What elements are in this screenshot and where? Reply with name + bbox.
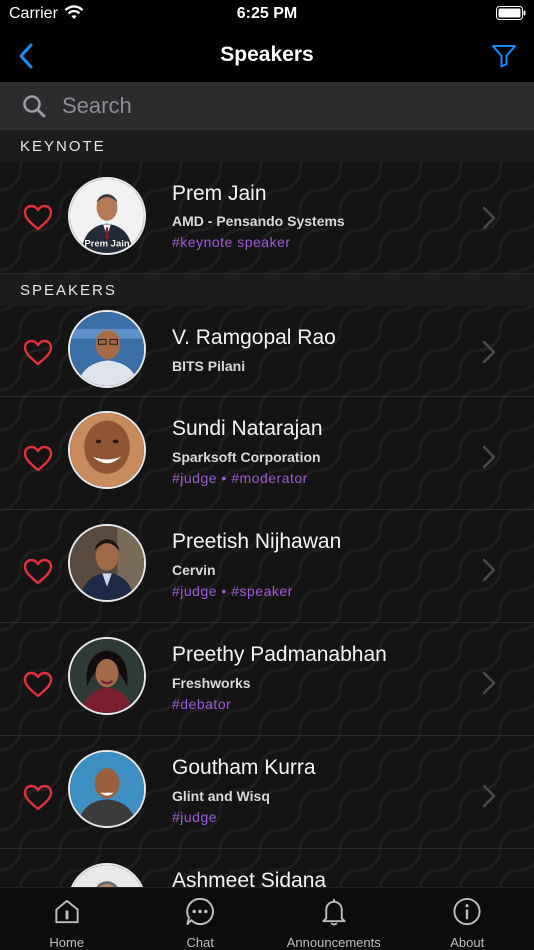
speaker-name: Preetish Nijhawan <box>172 530 342 553</box>
tab-about[interactable]: About <box>401 888 534 950</box>
tab-chat[interactable]: Chat <box>134 888 268 950</box>
speaker-tags: #judge • #speaker <box>172 583 293 599</box>
speaker-name: Prem Jain <box>172 182 267 205</box>
avatar <box>68 524 146 602</box>
page-title: Speakers <box>220 43 314 66</box>
status-time: 6:25 PM <box>236 5 298 22</box>
chevron-right-icon <box>482 340 496 364</box>
speaker-name: Sundi Natarajan <box>172 417 323 440</box>
speaker-tags: #judge <box>172 809 218 825</box>
section-header-keynote: KEYNOTE <box>0 130 534 162</box>
chevron-left-icon <box>19 43 33 69</box>
heart-icon[interactable] <box>23 558 53 586</box>
avatar <box>68 411 146 489</box>
chevron-right-icon <box>482 671 496 695</box>
speaker-row[interactable]: Goutham Kurra Glint and Wisq #judge <box>0 736 534 849</box>
filter-button[interactable] <box>488 40 520 72</box>
home-icon <box>55 899 79 924</box>
avatar-caption: Prem Jain <box>84 238 129 249</box>
tab-bar: Home Chat Announcements About <box>0 887 534 950</box>
bell-icon <box>322 898 346 926</box>
chevron-right-icon <box>482 784 496 808</box>
tab-home[interactable]: Home <box>0 888 134 950</box>
info-icon <box>453 897 481 926</box>
tab-announcements[interactable]: Announcements <box>267 888 401 950</box>
speaker-organization: Cervin <box>172 562 216 578</box>
filter-icon <box>492 45 516 68</box>
search-bar <box>0 82 534 130</box>
heart-icon[interactable] <box>23 339 53 367</box>
speaker-organization: AMD - Pensando Systems <box>172 213 345 229</box>
speaker-organization: Sparksoft Corporation <box>172 449 321 465</box>
battery-icon <box>496 6 526 20</box>
status-bar: Carrier 6:25 PM <box>0 0 534 30</box>
speaker-organization: BITS Pilani <box>172 358 246 374</box>
search-icon <box>23 95 46 118</box>
speaker-tags: #judge • #moderator <box>172 470 308 486</box>
heart-icon[interactable] <box>23 671 53 699</box>
speaker-name: Ashmeet Sidana <box>172 869 327 887</box>
search-input[interactable] <box>62 93 482 119</box>
speaker-name: Preethy Padmanabhan <box>172 643 387 666</box>
heart-icon[interactable] <box>23 784 53 812</box>
speaker-row[interactable]: Ashmeet Sidana <box>0 849 534 887</box>
speaker-name: V. Ramgopal Rao <box>172 326 336 349</box>
chevron-right-icon <box>482 206 496 230</box>
speaker-row[interactable]: Sundi Natarajan Sparksoft Corporation #j… <box>0 397 534 510</box>
chevron-right-icon <box>482 445 496 469</box>
tab-label: About <box>450 935 485 950</box>
tab-label: Home <box>49 935 85 950</box>
avatar <box>68 750 146 828</box>
speaker-organization: Freshworks <box>172 675 251 691</box>
avatar <box>68 637 146 715</box>
avatar <box>68 863 146 887</box>
tab-label: Chat <box>186 935 214 950</box>
avatar: Prem Jain <box>68 177 146 255</box>
back-button[interactable] <box>10 40 42 72</box>
section-header-speakers: SPEAKERS <box>0 274 534 306</box>
speaker-row[interactable]: V. Ramgopal Rao BITS Pilani <box>0 306 534 397</box>
chat-icon <box>186 897 215 926</box>
chevron-right-icon <box>482 558 496 582</box>
tab-label: Announcements <box>286 935 381 950</box>
heart-icon[interactable] <box>23 204 53 232</box>
navigation-bar: Speakers <box>0 30 534 82</box>
speaker-row[interactable]: Preethy Padmanabhan Freshworks #debator <box>0 623 534 736</box>
avatar <box>68 310 146 388</box>
speaker-name: Goutham Kurra <box>172 756 316 779</box>
speaker-row[interactable]: Preetish Nijhawan Cervin #judge • #speak… <box>0 510 534 623</box>
speaker-tags: #keynote speaker <box>172 234 291 250</box>
speaker-tags: #debator <box>172 696 232 712</box>
speaker-list[interactable]: KEYNOTE Prem Jain Prem Jain AMD - Pensan… <box>0 130 534 887</box>
heart-icon[interactable] <box>23 445 53 473</box>
speaker-organization: Glint and Wisq <box>172 788 270 804</box>
speaker-row[interactable]: Prem Jain Prem Jain AMD - Pensando Syste… <box>0 162 534 274</box>
